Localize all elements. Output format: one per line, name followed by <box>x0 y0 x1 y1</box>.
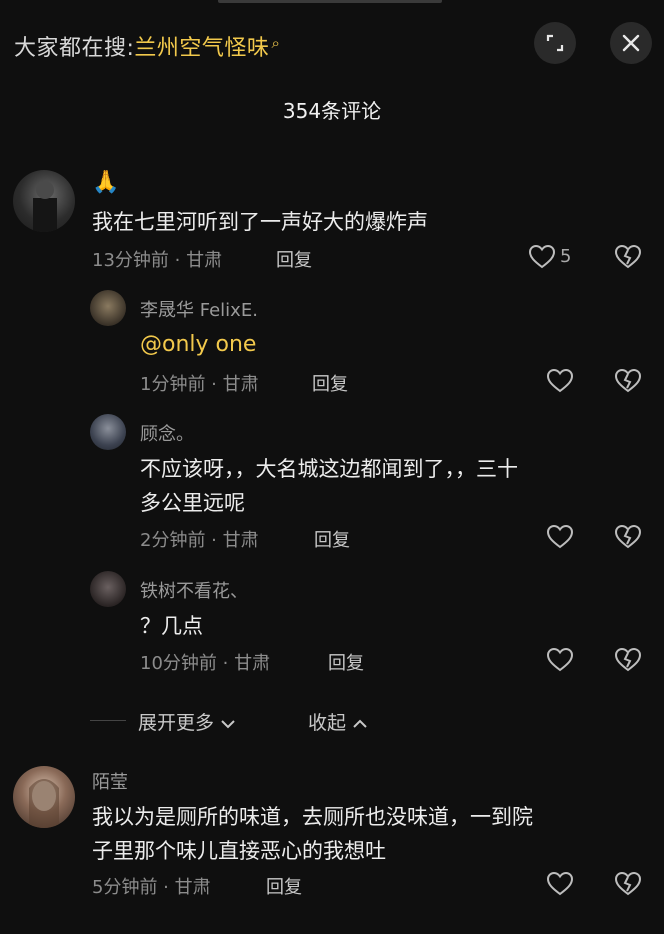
comment-time-location: 13分钟前 · 甘肃 <box>92 250 223 271</box>
avatar[interactable] <box>13 766 75 828</box>
reply-button[interactable]: 回复 <box>312 370 348 396</box>
reply-button[interactable]: 回复 <box>328 649 364 675</box>
comment-text-line: 子里那个味儿直接恶心的我想吐 <box>92 839 386 863</box>
dislike-broken-heart-icon[interactable] <box>614 368 642 394</box>
collapse-label: 收起 <box>308 712 347 734</box>
comment-username[interactable]: 铁树不看花、 <box>140 577 248 603</box>
search-suggestion-keyword[interactable]: 兰州空气怪味 <box>134 36 269 61</box>
comment-username[interactable]: 顾念。 <box>140 420 194 446</box>
dislike-broken-heart-icon[interactable] <box>614 647 642 673</box>
comment-text-line: 不应该呀，，大名城这边都闻到了，，三十 <box>140 457 518 481</box>
comment-count: 354条评论 <box>282 99 382 123</box>
reply-button[interactable]: 回复 <box>276 246 312 272</box>
avatar[interactable] <box>90 290 126 326</box>
chevron-up-icon <box>353 719 367 728</box>
comment-username[interactable]: 🙏 <box>92 170 119 195</box>
chevron-down-icon <box>221 719 235 728</box>
search-icon: ⌕ <box>271 34 281 52</box>
fullscreen-icon <box>546 34 564 52</box>
collapse-button[interactable]: 收起 <box>308 708 368 735</box>
close-button[interactable] <box>610 22 652 64</box>
comment-text-line: 我以为是厕所的味道，去厕所也没味道，一到院 <box>92 805 533 829</box>
like-heart-icon[interactable] <box>528 244 556 270</box>
avatar[interactable] <box>90 571 126 607</box>
comment-time-location: 5分钟前 · 甘肃 <box>92 877 211 898</box>
comment-time-location: 2分钟前 · 甘肃 <box>140 530 259 551</box>
top-drag-handle <box>218 0 442 3</box>
comment-time-location: 1分钟前 · 甘肃 <box>140 374 259 395</box>
dislike-broken-heart-icon[interactable] <box>614 524 642 550</box>
like-heart-icon[interactable] <box>546 871 574 897</box>
like-heart-icon[interactable] <box>546 647 574 673</box>
close-icon <box>622 34 640 52</box>
expand-more-label: 展开更多 <box>138 712 215 734</box>
like-heart-icon[interactable] <box>546 524 574 550</box>
expand-more-button[interactable]: 展开更多 <box>138 708 236 735</box>
reply-button[interactable]: 回复 <box>266 873 302 899</box>
comment-text: 我在七里河听到了一声好大的爆炸声 <box>92 210 428 234</box>
expand-button[interactable] <box>534 22 576 64</box>
dislike-broken-heart-icon[interactable] <box>614 871 642 897</box>
like-count: 5 <box>560 246 572 267</box>
comment-text: ？几点 <box>140 614 203 638</box>
thread-divider <box>90 720 126 721</box>
comment-text-line: 多公里远呢 <box>140 491 245 515</box>
search-suggestion[interactable]: 大家都在搜:兰州空气怪味 ⌕ <box>14 30 280 62</box>
comment-username[interactable]: 陌莹 <box>92 768 128 794</box>
search-suggestion-prefix: 大家都在搜: <box>14 36 135 61</box>
dislike-broken-heart-icon[interactable] <box>614 244 642 270</box>
comment-username[interactable]: 李晟华 FelixE. <box>140 296 258 322</box>
avatar[interactable] <box>13 170 75 232</box>
comment-time-location: 10分钟前 · 甘肃 <box>140 653 271 674</box>
reply-button[interactable]: 回复 <box>314 526 350 552</box>
like-heart-icon[interactable] <box>546 368 574 394</box>
avatar[interactable] <box>90 414 126 450</box>
comment-text[interactable]: @only one <box>140 328 256 362</box>
